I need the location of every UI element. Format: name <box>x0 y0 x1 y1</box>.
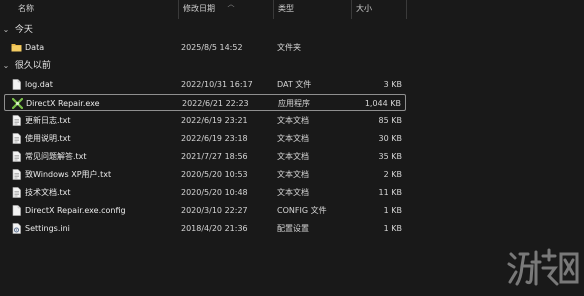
watermark-logo <box>507 248 579 286</box>
file-name: 致Windows XP用户.txt <box>25 170 112 179</box>
file-date: 2022/6/21 22:23 <box>182 99 249 108</box>
file-type: 文本文档 <box>277 170 309 179</box>
folder-icon <box>11 44 22 52</box>
file-name: 常见问题解答.txt <box>25 152 87 161</box>
file-size: 1,044 KB <box>364 99 401 108</box>
column-date-header[interactable]: 修改日期 <box>178 0 273 19</box>
file-name: 更新日志.txt <box>25 116 71 125</box>
file-size: 11 KB <box>378 188 402 197</box>
file-type: CONFIG 文件 <box>277 206 327 215</box>
file-row-settings-ini[interactable]: Settings.ini 2018/4/20 21:36 配置设置 1 KB <box>4 220 406 237</box>
column-header: 名称 ︿ 修改日期 类型 大小 <box>0 0 584 19</box>
group-label: 今天 <box>14 25 33 35</box>
file-size: 2 KB <box>383 170 402 179</box>
text-file-icon <box>12 133 21 144</box>
column-type-header[interactable]: 类型 <box>273 0 351 19</box>
file-row-data[interactable]: Data 2025/8/5 14:52 文件夹 <box>4 39 406 56</box>
file-date: 2020/5/20 10:48 <box>181 188 248 197</box>
file-name: 技术文档.txt <box>25 188 71 197</box>
file-type: 文本文档 <box>277 134 309 143</box>
file-row-tech-doc-txt[interactable]: 技术文档.txt 2020/5/20 10:48 文本文档 11 KB <box>4 184 406 201</box>
file-row-config[interactable]: DirectX Repair.exe.config 2020/3/10 22:2… <box>4 202 406 219</box>
column-size-header[interactable]: 大小 <box>351 0 406 19</box>
config-file-icon <box>12 205 21 216</box>
file-size: 1 KB <box>383 206 402 215</box>
file-name: DirectX Repair.exe.config <box>25 206 126 215</box>
file-row-xp-users-txt[interactable]: 致Windows XP用户.txt 2020/5/20 10:53 文本文档 2… <box>4 166 406 183</box>
file-date: 2020/3/10 22:27 <box>181 206 248 215</box>
file-name: Data <box>25 43 45 52</box>
directx-app-icon <box>12 98 23 109</box>
file-type: 文本文档 <box>277 116 309 125</box>
file-type: 文件夹 <box>277 43 301 52</box>
file-date: 2020/5/20 10:53 <box>181 170 248 179</box>
file-type: DAT 文件 <box>277 80 312 89</box>
file-row-changelog-txt[interactable]: 更新日志.txt 2022/6/19 23:21 文本文档 85 KB <box>4 112 406 129</box>
file-row-directx-repair-exe[interactable]: DirectX Repair.exe 2022/6/21 22:23 应用程序 … <box>4 94 406 111</box>
file-size: 85 KB <box>378 116 402 125</box>
file-name: 使用说明.txt <box>25 134 71 143</box>
file-date: 2022/10/31 16:17 <box>181 80 253 89</box>
column-name-header[interactable]: 名称 <box>14 0 179 19</box>
file-size: 35 KB <box>378 152 402 161</box>
file-name: Settings.ini <box>25 224 70 233</box>
text-file-icon <box>12 115 21 126</box>
file-size: 3 KB <box>383 80 402 89</box>
group-header-today[interactable]: ⌄ 今天 <box>0 22 33 38</box>
file-icon <box>12 79 21 90</box>
settings-file-icon <box>12 223 21 234</box>
file-row-log-dat[interactable]: log.dat 2022/10/31 16:17 DAT 文件 3 KB <box>4 76 406 93</box>
file-name: DirectX Repair.exe <box>26 99 100 108</box>
file-type: 文本文档 <box>277 152 309 161</box>
column-spacer <box>406 0 426 19</box>
file-name: log.dat <box>25 80 53 89</box>
file-type: 文本文档 <box>277 188 309 197</box>
file-date: 2021/7/27 18:56 <box>181 152 248 161</box>
text-file-icon <box>12 187 21 198</box>
group-label: 很久以前 <box>14 61 51 71</box>
chevron-down-icon: ⌄ <box>2 25 10 34</box>
file-type: 配置设置 <box>277 224 309 233</box>
text-file-icon <box>12 151 21 162</box>
file-size: 1 KB <box>383 224 402 233</box>
file-date: 2022/6/19 23:18 <box>181 134 248 143</box>
file-size: 30 KB <box>378 134 402 143</box>
file-row-faq-txt[interactable]: 常见问题解答.txt 2021/7/27 18:56 文本文档 35 KB <box>4 148 406 165</box>
file-date: 2018/4/20 21:36 <box>181 224 248 233</box>
chevron-down-icon: ⌄ <box>2 61 10 70</box>
text-file-icon <box>12 169 21 180</box>
file-type: 应用程序 <box>278 99 310 108</box>
file-row-usage-txt[interactable]: 使用说明.txt 2022/6/19 23:18 文本文档 30 KB <box>4 130 406 147</box>
file-date: 2022/6/19 23:21 <box>181 116 248 125</box>
file-date: 2025/8/5 14:52 <box>181 43 243 52</box>
group-header-long-ago[interactable]: ⌄ 很久以前 <box>0 58 51 74</box>
